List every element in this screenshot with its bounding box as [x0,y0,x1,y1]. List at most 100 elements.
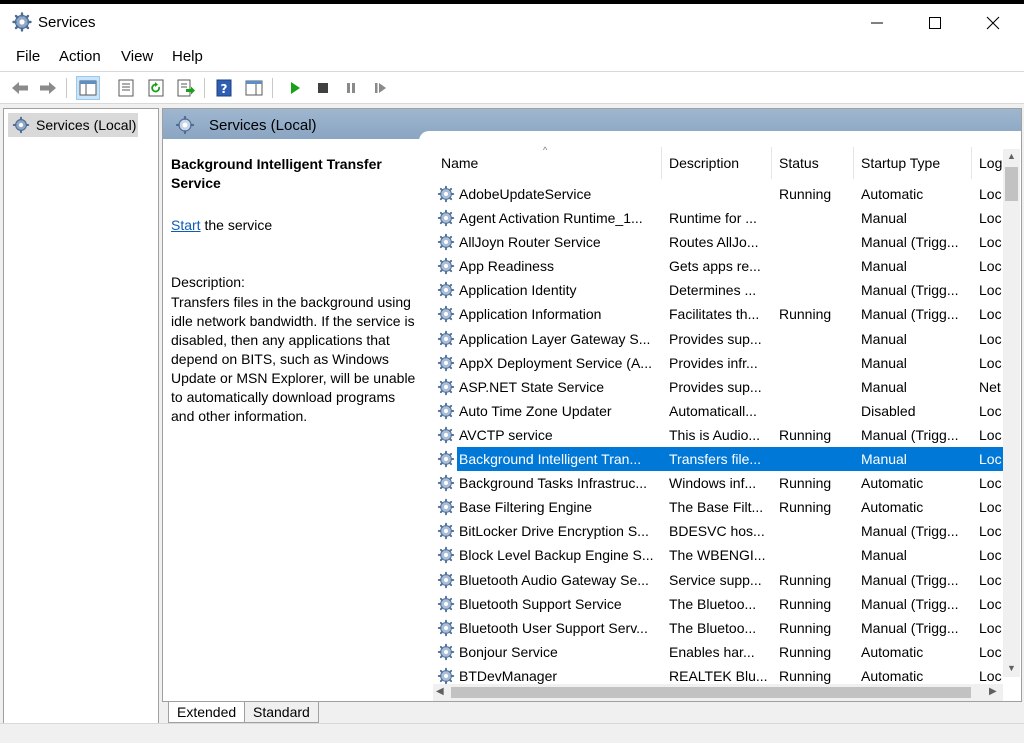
service-log-on-as-cell: Loc [979,354,1002,371]
service-startup-type-cell: Manual (Trigg... [861,571,959,588]
stop-service-button[interactable] [311,76,335,100]
tab-extended[interactable]: Extended [168,702,246,723]
table-row[interactable]: Agent Activation Runtime_1... Runtime for… [433,206,1003,230]
table-row[interactable]: BitLocker Drive Encryption S... BDESVC ho… [433,519,1003,543]
scroll-left-icon[interactable]: ◀ [436,686,444,697]
toolbar-separator [272,78,273,98]
help-button[interactable]: ? [212,76,236,100]
horizontal-scrollbar[interactable]: ◀ ▶ [433,684,1003,701]
scroll-right-icon[interactable]: ▶ [989,686,997,697]
tab-standard[interactable]: Standard [244,702,319,723]
row-cells[interactable]: Background Tasks Infrastruc... Windows in… [457,471,1003,495]
row-cells[interactable]: AVCTP service This is Audio... Running Manu… [457,423,1003,447]
table-row[interactable]: Application Identity Determines ... Manual… [433,278,1003,302]
refresh-button[interactable] [144,76,168,100]
table-row[interactable]: AllJoyn Router Service Routes AllJo... Man… [433,230,1003,254]
menu-file[interactable]: File [16,48,40,65]
row-cells[interactable]: Bluetooth Support Service The Bluetoo... R… [457,592,1003,616]
tree-item-services-local[interactable]: Services (Local) [8,113,138,137]
table-row[interactable]: AVCTP service This is Audio... Running Manu… [433,423,1003,447]
show-hide-action-pane-button[interactable] [242,76,266,100]
table-row[interactable]: Bonjour Service Enables har... Running Auto… [433,640,1003,664]
table-row[interactable]: App Readiness Gets apps re... Manual Loc [433,254,1003,278]
scroll-up-icon[interactable]: ▲ [1007,151,1016,161]
table-row[interactable]: Background Intelligent Tran... Transfers … [433,447,1003,472]
table-row[interactable]: Bluetooth Audio Gateway Se... Service sup… [433,568,1003,592]
properties-button[interactable] [114,76,138,100]
table-row[interactable]: AdobeUpdateService Running Automatic Loc [433,182,1003,206]
row-cells[interactable]: AdobeUpdateService Running Automatic Loc [457,182,1003,206]
column-divider[interactable] [771,147,772,179]
vertical-scroll-thumb[interactable] [1005,167,1018,201]
show-hide-console-tree-button[interactable] [76,76,100,100]
table-row[interactable]: Background Tasks Infrastruc... Windows in… [433,471,1003,495]
row-cells[interactable]: AppX Deployment Service (A... Provides in… [457,351,1003,375]
table-row[interactable]: Bluetooth User Support Serv... The Blueto… [433,616,1003,640]
column-divider[interactable] [853,147,854,179]
table-row[interactable]: Application Layer Gateway S... Provides s… [433,327,1003,351]
row-cells[interactable]: ASP.NET State Service Provides sup... Manu… [457,375,1003,399]
workspace: Services (Local) Services (Local) Backgr… [0,104,1024,724]
menu-action[interactable]: Action [59,48,101,65]
row-cells[interactable]: BitLocker Drive Encryption S... BDESVC ho… [457,519,1003,543]
services-gear-icon [12,12,32,32]
service-gear-icon [437,258,455,275]
row-cells[interactable]: Bluetooth User Support Serv... The Blueto… [457,616,1003,640]
minimize-button[interactable] [848,4,906,42]
service-action-text: the service [200,217,273,233]
row-cells[interactable]: Base Filtering Engine The Base Filt... Run… [457,495,1003,519]
table-row[interactable]: Base Filtering Engine The Base Filt... Run… [433,495,1003,519]
minimize-icon [871,22,883,24]
menu-help[interactable]: Help [172,48,203,65]
back-button[interactable] [8,76,32,100]
service-name-cell: Bluetooth Audio Gateway Se... [459,571,649,588]
scroll-down-icon[interactable]: ▼ [1007,663,1016,673]
service-log-on-as-cell: Loc [979,643,1002,660]
vertical-scrollbar[interactable]: ▲ ▼ [1003,149,1020,677]
row-cells[interactable]: Application Layer Gateway S... Provides s… [457,327,1003,351]
row-cells[interactable]: Bluetooth Audio Gateway Se... Service sup… [457,568,1003,592]
column-header-startup-type[interactable]: Startup Type [861,155,940,171]
table-row[interactable]: Bluetooth Support Service The Bluetoo... R… [433,592,1003,616]
export-list-button[interactable] [174,76,198,100]
service-name-cell: Application Identity [459,282,577,299]
service-description-cell: The Base Filt... [669,499,764,516]
row-cells[interactable]: Bonjour Service Enables har... Running Auto… [457,640,1003,664]
table-row[interactable]: AppX Deployment Service (A... Provides in… [433,351,1003,375]
row-cells[interactable]: Block Level Backup Engine S... The WBENGI… [457,543,1003,567]
start-service-link[interactable]: Start [171,217,201,233]
column-header-status[interactable]: Status [779,155,819,171]
table-row[interactable]: ASP.NET State Service Provides sup... Manu… [433,375,1003,399]
table-row[interactable]: Application Information Facilitates th...… [433,302,1003,326]
table-row[interactable]: Block Level Backup Engine S... The WBENGI… [433,543,1003,567]
service-log-on-as-cell: Loc [979,330,1002,347]
column-header-log-on-as[interactable]: Log [979,155,1002,171]
restart-service-button[interactable] [368,76,392,100]
row-cells[interactable]: App Readiness Gets apps re... Manual Loc [457,254,1003,278]
forward-button[interactable] [36,76,60,100]
column-divider[interactable] [661,147,662,179]
horizontal-scroll-thumb[interactable] [451,687,971,698]
maximize-button[interactable] [906,4,964,42]
row-cells[interactable]: AllJoyn Router Service Routes AllJo... Man… [457,230,1003,254]
start-service-button[interactable] [283,76,307,100]
table-row[interactable]: Auto Time Zone Updater Automaticall... Dis… [433,399,1003,423]
status-bar [0,723,1024,743]
column-header-name[interactable]: Name [441,155,478,171]
close-button[interactable] [964,4,1022,42]
menu-view[interactable]: View [121,48,153,65]
row-cells[interactable]: Auto Time Zone Updater Automaticall... Dis… [457,399,1003,423]
column-header-description[interactable]: Description [669,155,739,171]
row-cells[interactable]: Application Information Facilitates th...… [457,302,1003,326]
service-log-on-as-cell: Loc [979,451,1002,468]
row-cells[interactable]: Background Intelligent Tran... Transfers … [457,447,1003,472]
service-status-cell: Running [779,475,832,492]
row-cells[interactable]: Application Identity Determines ... Manual… [457,278,1003,302]
service-log-on-as-cell: Loc [979,619,1002,636]
title-bar[interactable]: Services [0,4,1024,42]
column-divider[interactable] [971,147,972,179]
service-gear-icon [437,571,455,588]
row-cells[interactable]: Agent Activation Runtime_1... Runtime for… [457,206,1003,230]
selected-service-name: Background Intelligent Transfer Service [171,156,382,191]
pause-service-button[interactable] [339,76,363,100]
